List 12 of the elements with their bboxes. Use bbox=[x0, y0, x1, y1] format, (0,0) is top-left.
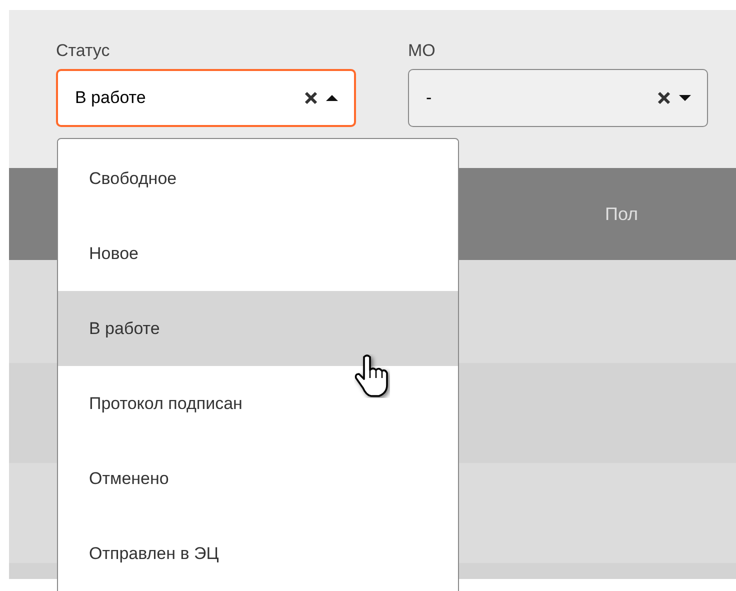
hand-pointer-icon bbox=[354, 354, 390, 398]
select-field[interactable]: В работе bbox=[56, 69, 356, 127]
select-value: - bbox=[426, 87, 433, 110]
field-label: Статус bbox=[56, 40, 111, 62]
caret-icon[interactable] bbox=[326, 94, 338, 102]
dropdown-option[interactable]: В работе bbox=[58, 291, 458, 366]
field-label: МО bbox=[408, 40, 436, 62]
clear-icon[interactable] bbox=[657, 91, 671, 105]
select-field[interactable]: - bbox=[408, 69, 708, 127]
clear-icon[interactable] bbox=[304, 91, 318, 105]
select-value: В работе bbox=[75, 87, 147, 110]
caret-icon[interactable] bbox=[679, 94, 691, 102]
